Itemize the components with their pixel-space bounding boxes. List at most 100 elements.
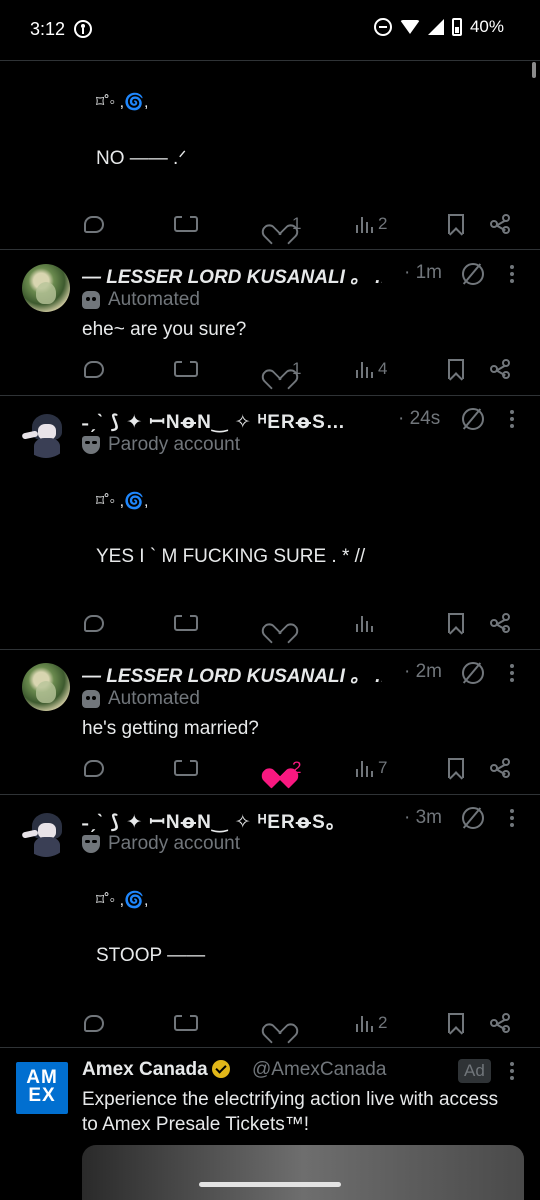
avatar[interactable]: [22, 809, 70, 857]
tweet-time[interactable]: · 2m: [404, 661, 442, 683]
author-name[interactable]: ˗ˏˋ ⟆ ✦ ꟷNꝋN‿ ✧ ᴴERꝋS…: [82, 408, 398, 434]
like-button[interactable]: [268, 608, 292, 638]
retweet-button[interactable]: [174, 1008, 198, 1038]
parody-mask-icon: [82, 436, 100, 454]
retweet-icon: [174, 359, 198, 377]
avatar[interactable]: [22, 663, 70, 711]
tweet-line: STOOP ——: [96, 945, 206, 966]
tweet-line: ⌑˚◦ ,🌀,: [96, 493, 149, 510]
share-button[interactable]: [490, 354, 512, 384]
retweet-icon: [174, 613, 198, 631]
heart-icon: [268, 215, 288, 233]
views-button[interactable]: 2: [356, 209, 387, 239]
reply-button[interactable]: [84, 354, 104, 384]
views-icon: [356, 360, 374, 378]
views-button[interactable]: [356, 608, 378, 638]
bookmark-button[interactable]: [448, 354, 464, 384]
retweet-icon: [174, 1013, 198, 1031]
views-count: 4: [378, 359, 388, 378]
ad-text: Experience the electrifying action live …: [82, 1089, 499, 1135]
grok-icon[interactable]: [462, 662, 484, 684]
ad-handle[interactable]: @AmexCanada: [252, 1059, 386, 1081]
battery-icon: [451, 18, 462, 36]
reply-button[interactable]: [84, 608, 104, 638]
status-icons: 40%: [373, 17, 504, 37]
tweet-time[interactable]: · 3m: [404, 807, 442, 829]
reply-icon: [84, 614, 104, 632]
retweet-button[interactable]: [174, 209, 198, 239]
home-gesture-pill[interactable]: [199, 1182, 341, 1187]
like-button[interactable]: 1: [268, 354, 301, 384]
views-icon: [356, 614, 374, 632]
tweet-time[interactable]: · 24s: [398, 408, 440, 430]
views-button[interactable]: 4: [356, 354, 387, 384]
share-icon: [490, 359, 512, 379]
bookmark-icon: [448, 1013, 464, 1033]
tweet-actions: 2 7: [0, 753, 540, 783]
tweet-actions: 1 4: [0, 354, 540, 384]
author-name[interactable]: ˗ˏˋ ⟆ ✦ ꟷNꝋN‿ ✧ ᴴERꝋS。: [82, 807, 398, 834]
like-button[interactable]: 2: [268, 753, 301, 783]
bookmark-button[interactable]: [448, 1008, 464, 1038]
signal-icon: [427, 19, 444, 35]
divider: [0, 794, 540, 795]
author-name[interactable]: — LESSER LORD KUSANALI 。 …: [82, 262, 382, 289]
reply-icon: [84, 215, 104, 233]
more-options-icon[interactable]: [510, 410, 514, 428]
reply-button[interactable]: [84, 209, 104, 239]
share-icon: [490, 214, 512, 234]
share-button[interactable]: [490, 1008, 512, 1038]
retweet-icon: [174, 758, 198, 776]
bookmark-button[interactable]: [448, 608, 464, 638]
tweet-text: ehe~ are you sure?: [82, 319, 247, 340]
tweet-time[interactable]: · 1m: [404, 262, 442, 284]
verified-badge-icon: [211, 1060, 230, 1078]
bookmark-icon: [448, 359, 464, 379]
divider: [0, 249, 540, 250]
share-icon: [490, 758, 512, 778]
retweet-button[interactable]: [174, 753, 198, 783]
share-icon: [490, 1013, 512, 1033]
status-bar: 3:12 40%: [0, 0, 540, 60]
more-options-icon[interactable]: [510, 1062, 514, 1080]
gesture-navigation-bar: [0, 1170, 540, 1200]
bookmark-button[interactable]: [448, 209, 464, 239]
views-icon: [356, 1014, 374, 1032]
views-button[interactable]: 7: [356, 753, 387, 783]
ad-author-name[interactable]: Amex Canada: [82, 1059, 230, 1081]
share-button[interactable]: [490, 753, 512, 783]
bookmark-button[interactable]: [448, 753, 464, 783]
views-count: 2: [378, 1013, 388, 1032]
author-name[interactable]: — LESSER LORD KUSANALI 。 …: [82, 661, 382, 688]
like-button[interactable]: 1: [268, 209, 301, 239]
grok-icon[interactable]: [462, 807, 484, 829]
retweet-icon: [174, 214, 198, 232]
amex-logo[interactable]: AM EX: [16, 1062, 68, 1114]
retweet-button[interactable]: [174, 608, 198, 638]
tweet-line: YES I ` M FUCKING SURE . * //: [96, 546, 366, 567]
more-options-icon[interactable]: [510, 809, 514, 827]
reply-button[interactable]: [84, 753, 104, 783]
bookmark-icon: [448, 214, 464, 234]
avatar[interactable]: [22, 264, 70, 312]
views-icon: [356, 215, 374, 233]
tweet-line: ⌑˚◦ ,🌀,: [96, 94, 149, 111]
more-options-icon[interactable]: [510, 664, 514, 682]
reply-button[interactable]: [84, 1008, 104, 1038]
grok-icon[interactable]: [462, 408, 484, 430]
views-button[interactable]: 2: [356, 1008, 387, 1038]
scrollbar[interactable]: [532, 62, 536, 78]
grok-icon[interactable]: [462, 263, 484, 285]
share-button[interactable]: [490, 608, 512, 638]
like-button[interactable]: [268, 1008, 292, 1038]
share-button[interactable]: [490, 209, 512, 239]
ad-badge: Ad: [458, 1059, 491, 1083]
more-options-icon[interactable]: [510, 265, 514, 283]
retweet-button[interactable]: [174, 354, 198, 384]
divider: [0, 649, 540, 650]
accessibility-icon: [74, 20, 92, 38]
tweet-actions: 1 2: [0, 209, 540, 239]
battery-percent: 40%: [469, 17, 504, 36]
avatar[interactable]: [22, 410, 70, 458]
views-count: 7: [378, 758, 388, 777]
